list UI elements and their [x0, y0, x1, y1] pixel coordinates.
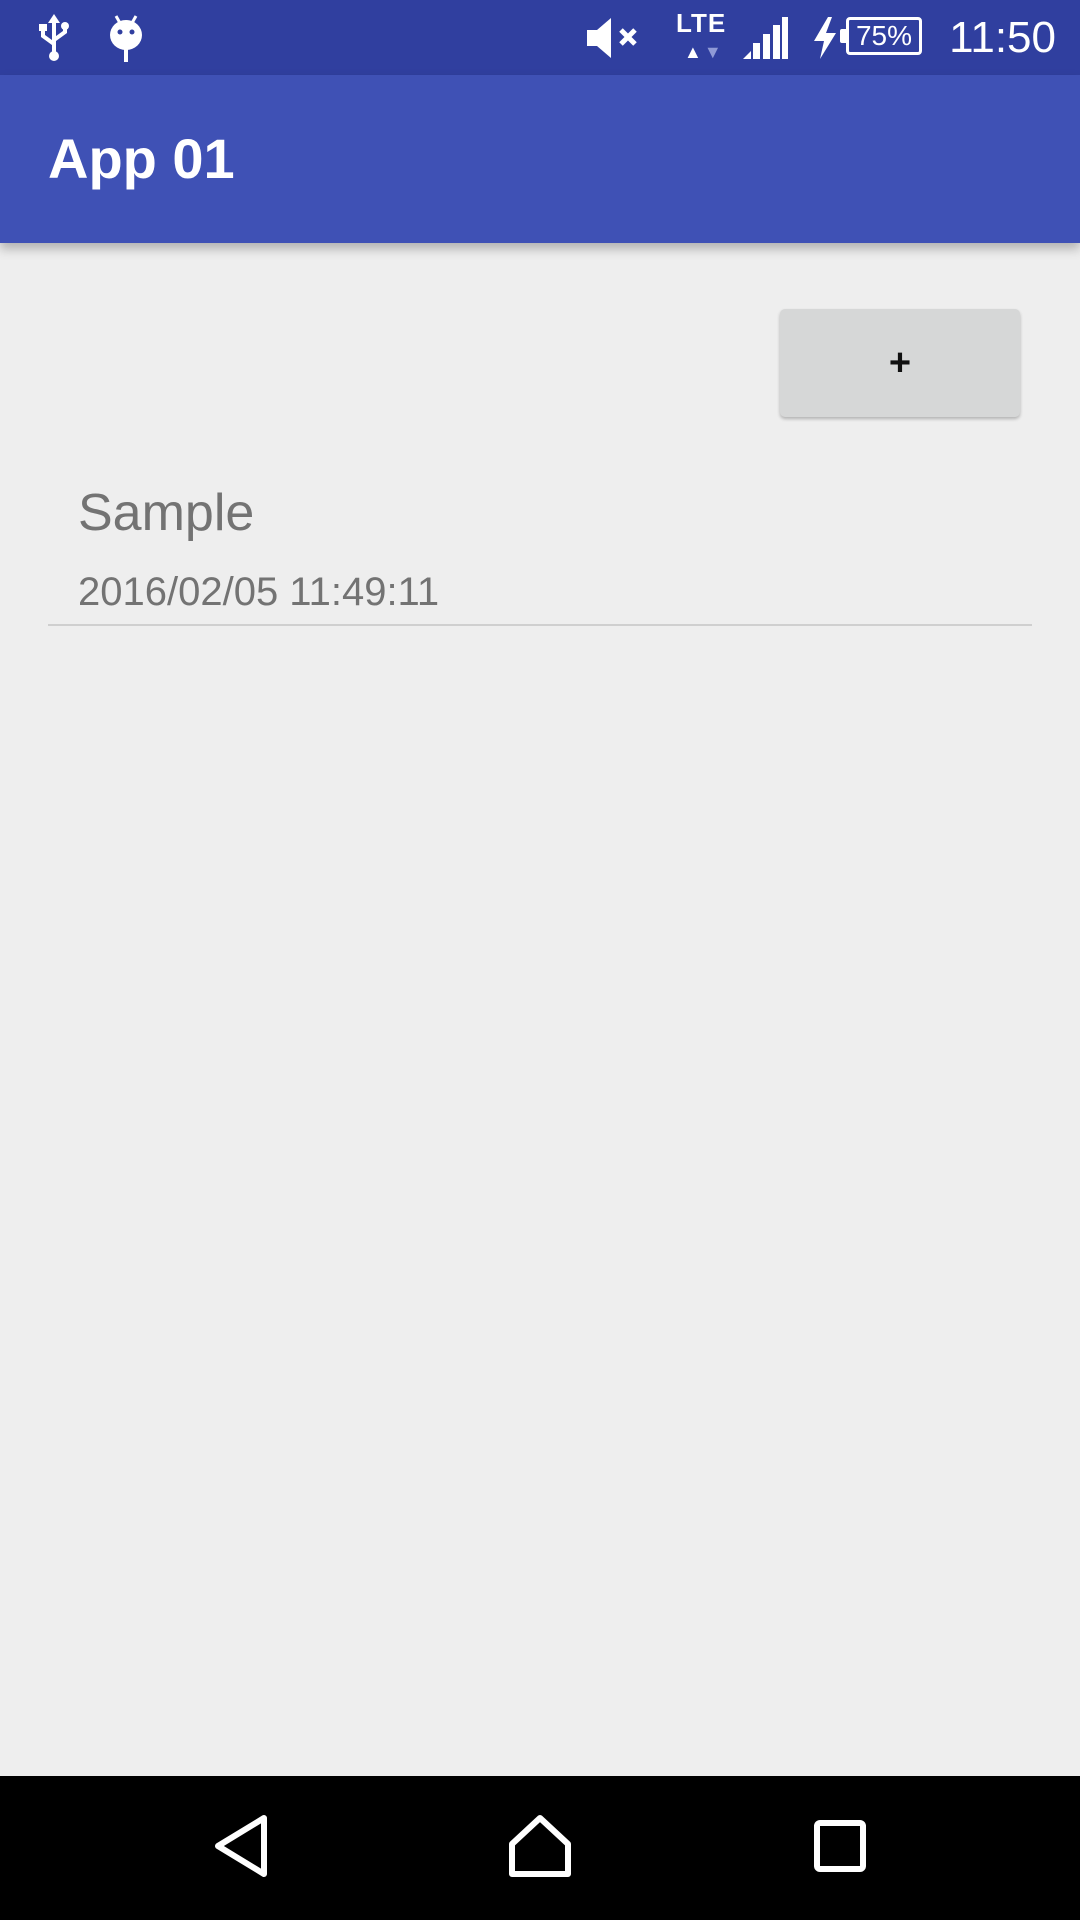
list-item-date: 2016/02/05 11:49:11 — [78, 570, 440, 614]
home-icon — [508, 1814, 572, 1883]
status-clock: 11:50 — [949, 13, 1056, 62]
charging-icon — [810, 0, 840, 75]
signal-icon — [740, 0, 790, 75]
app-title: App 01 — [48, 127, 235, 190]
home-button[interactable] — [460, 1776, 620, 1920]
lte-activity-icon: ▲▼ — [684, 42, 724, 62]
back-button[interactable] — [162, 1776, 322, 1920]
mute-icon — [584, 0, 644, 75]
list-item-title: Sample — [78, 484, 255, 542]
content-area: + Sample 2016/02/05 11:49:11 — [0, 243, 1080, 1776]
list-item[interactable]: Sample 2016/02/05 11:49:11 — [48, 453, 1032, 626]
usb-icon — [34, 0, 74, 75]
add-button[interactable]: + — [780, 309, 1020, 417]
lte-icon: LTE — [676, 8, 727, 38]
app-bar: App 01 — [0, 75, 1080, 243]
battery-icon: 75% — [840, 17, 922, 55]
back-icon — [212, 1814, 272, 1883]
android-debug-icon — [106, 0, 146, 75]
navigation-bar — [0, 1776, 1080, 1920]
recents-icon — [813, 1819, 867, 1878]
recents-button[interactable] — [760, 1776, 920, 1920]
status-bar: LTE ▲▼ 75% 11:50 — [0, 0, 1080, 75]
screen: LTE ▲▼ 75% 11:50 App 01 + Sample 2016/02… — [0, 0, 1080, 1920]
